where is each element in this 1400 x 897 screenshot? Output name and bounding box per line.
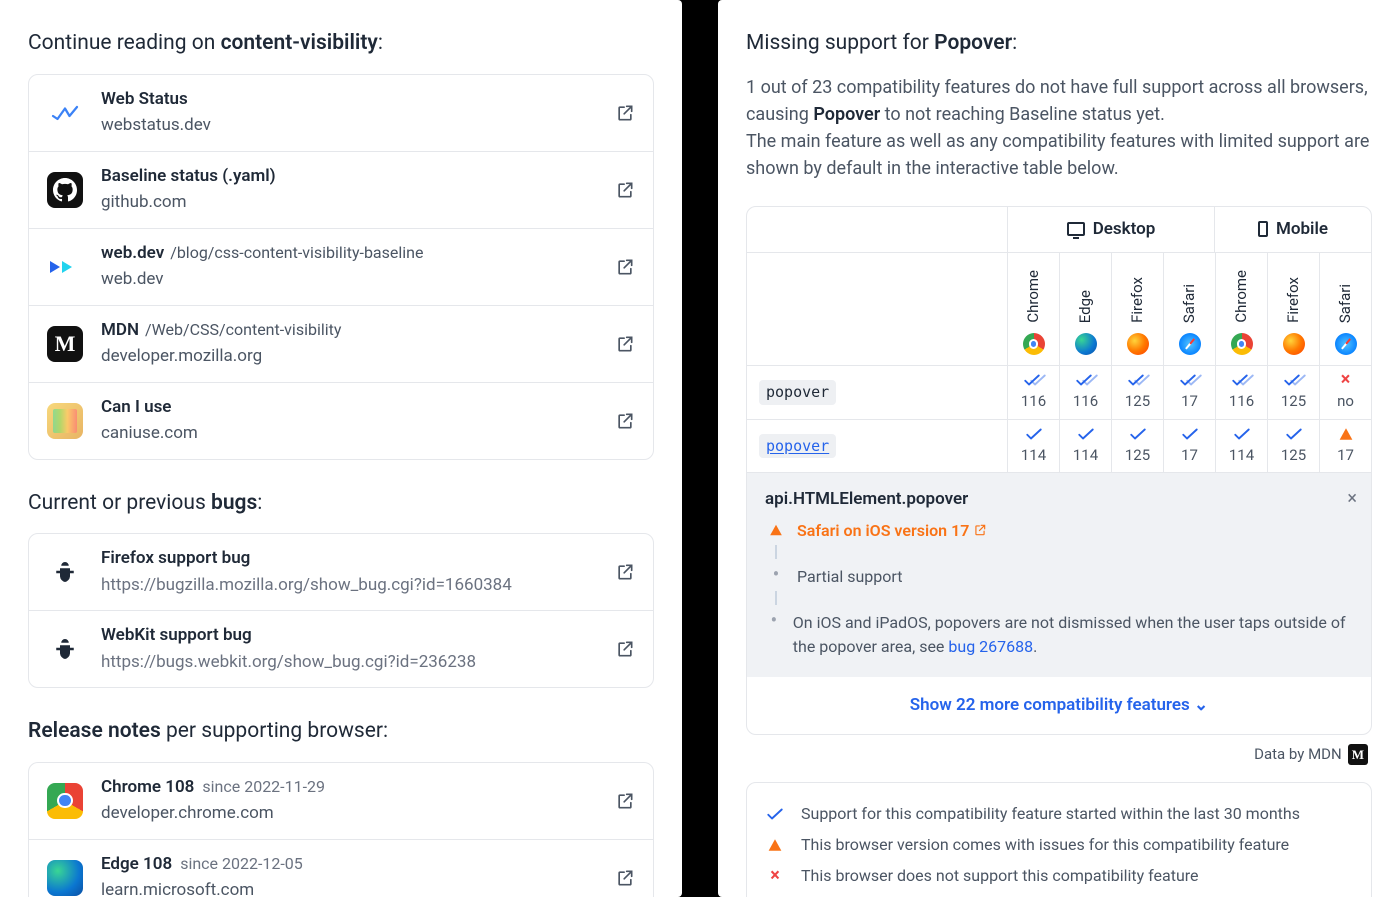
- platform-desktop: Desktop: [1007, 207, 1215, 253]
- platform-mobile: Mobile: [1215, 207, 1371, 253]
- external-link-icon: [615, 868, 635, 888]
- chrome-icon: [47, 783, 83, 819]
- browser-col-chrome: Chrome: [1215, 253, 1267, 365]
- list-item[interactable]: Web Status webstatus.dev: [29, 75, 653, 151]
- releases-list: Chrome 108since 2022-11-29 developer.chr…: [28, 762, 654, 897]
- external-link-icon: [615, 180, 635, 200]
- external-link-icon: [615, 411, 635, 431]
- external-link-icon: [615, 103, 635, 123]
- chrome-icon: [1231, 333, 1253, 355]
- safari-icon: [1335, 333, 1357, 355]
- list-item[interactable]: WebKit support bug https://bugs.webkit.o…: [29, 610, 653, 687]
- firefox-icon: [1283, 333, 1305, 355]
- show-more-button[interactable]: Show 22 more compatibility features ⌄: [747, 677, 1371, 735]
- missing-heading: Missing support for Popover:: [746, 28, 1372, 60]
- safari-icon: [1179, 333, 1201, 355]
- external-link-icon: [615, 562, 635, 582]
- support-cell[interactable]: 114: [1059, 420, 1111, 473]
- desktop-icon: [1067, 222, 1085, 236]
- detail-panel: × api.HTMLElement.popover Safari on iOS …: [747, 473, 1371, 677]
- list-item[interactable]: M MDN/Web/CSS/content-visibility develop…: [29, 305, 653, 382]
- external-link-icon: [615, 639, 635, 659]
- feature-chip[interactable]: popover: [759, 434, 836, 459]
- mdn-icon: M: [47, 326, 83, 362]
- mdn-icon: M: [1348, 744, 1368, 766]
- support-cell[interactable]: 17: [1163, 420, 1215, 473]
- browser-col-safari: Safari: [1319, 253, 1371, 365]
- browser-col-firefox: Firefox: [1267, 253, 1319, 365]
- support-cell[interactable]: 116: [1215, 366, 1267, 419]
- support-cell[interactable]: 116: [1007, 366, 1059, 419]
- compat-table: Desktop Mobile Chrome Edge Firefox Safar…: [746, 206, 1372, 736]
- support-cell[interactable]: 116: [1059, 366, 1111, 419]
- support-cell[interactable]: 17: [1163, 366, 1215, 419]
- caniuse-icon: [47, 403, 83, 439]
- external-link-icon: [615, 791, 635, 811]
- browser-col-firefox: Firefox: [1111, 253, 1163, 365]
- continue-list: Web Status webstatus.dev Baseline status…: [28, 74, 654, 460]
- bugs-list: Firefox support bug https://bugzilla.moz…: [28, 533, 654, 688]
- support-cell[interactable]: 125: [1111, 366, 1163, 419]
- support-cell[interactable]: 114: [1215, 420, 1267, 473]
- support-cell[interactable]: 17: [1319, 420, 1371, 473]
- list-item[interactable]: Chrome 108since 2022-11-29 developer.chr…: [29, 763, 653, 839]
- list-item[interactable]: Firefox support bug https://bugzilla.moz…: [29, 534, 653, 610]
- list-item[interactable]: Can I use caniuse.com: [29, 382, 653, 459]
- support-cell[interactable]: 125: [1267, 366, 1319, 419]
- intro-text: 1 out of 23 compatibility features do no…: [746, 74, 1372, 182]
- external-link-icon: [615, 334, 635, 354]
- webdev-icon: [47, 249, 83, 285]
- legend-warn: This browser version comes with issues f…: [801, 833, 1289, 857]
- firefox-icon: [1127, 333, 1149, 355]
- browser-col-edge: Edge: [1059, 253, 1111, 365]
- edge-icon: [1075, 333, 1097, 355]
- partial-support: Partial support: [797, 565, 902, 589]
- detail-headline[interactable]: Safari on iOS version 17: [797, 519, 987, 543]
- left-column: Continue reading on content-visibility: …: [0, 0, 682, 897]
- support-cell[interactable]: 114: [1007, 420, 1059, 473]
- close-icon[interactable]: ×: [1347, 485, 1357, 512]
- browser-col-chrome: Chrome: [1007, 253, 1059, 365]
- support-cell[interactable]: 125: [1267, 420, 1319, 473]
- api-title: api.HTMLElement.popover: [765, 487, 1353, 513]
- legend: Support for this compatibility feature s…: [746, 782, 1372, 897]
- bug-icon: [47, 631, 83, 667]
- legend-cross: This browser does not support this compa…: [801, 864, 1199, 888]
- releases-heading: Release notes per supporting browser:: [28, 716, 654, 748]
- chevron-down-icon: ⌄: [1194, 695, 1208, 715]
- external-link-icon: [615, 257, 635, 277]
- list-item[interactable]: Baseline status (.yaml) github.com: [29, 151, 653, 228]
- edge-icon: [47, 860, 83, 896]
- browser-col-safari: Safari: [1163, 253, 1215, 365]
- support-cell[interactable]: 125: [1111, 420, 1163, 473]
- bug-link[interactable]: bug 267688: [948, 637, 1033, 656]
- github-icon: [47, 172, 83, 208]
- list-item[interactable]: web.dev/blog/css-content-visibility-base…: [29, 228, 653, 305]
- legend-check: Support for this compatibility feature s…: [801, 802, 1300, 826]
- bug-icon: [47, 554, 83, 590]
- status-icon: [47, 95, 83, 131]
- support-cell[interactable]: ×no: [1319, 366, 1371, 419]
- chrome-icon: [1023, 333, 1045, 355]
- detail-note: On iOS and iPadOS, popovers are not dism…: [793, 611, 1353, 659]
- continue-heading: Continue reading on content-visibility:: [28, 28, 654, 60]
- list-item[interactable]: Edge 108since 2022-12-05 learn.microsoft…: [29, 839, 653, 897]
- bugs-heading: Current or previous bugs:: [28, 488, 654, 520]
- mobile-icon: [1258, 221, 1268, 237]
- feature-chip[interactable]: popover: [759, 380, 836, 405]
- right-column: Missing support for Popover: 1 out of 23…: [718, 0, 1400, 897]
- data-credit[interactable]: Data by MDNM: [746, 743, 1368, 766]
